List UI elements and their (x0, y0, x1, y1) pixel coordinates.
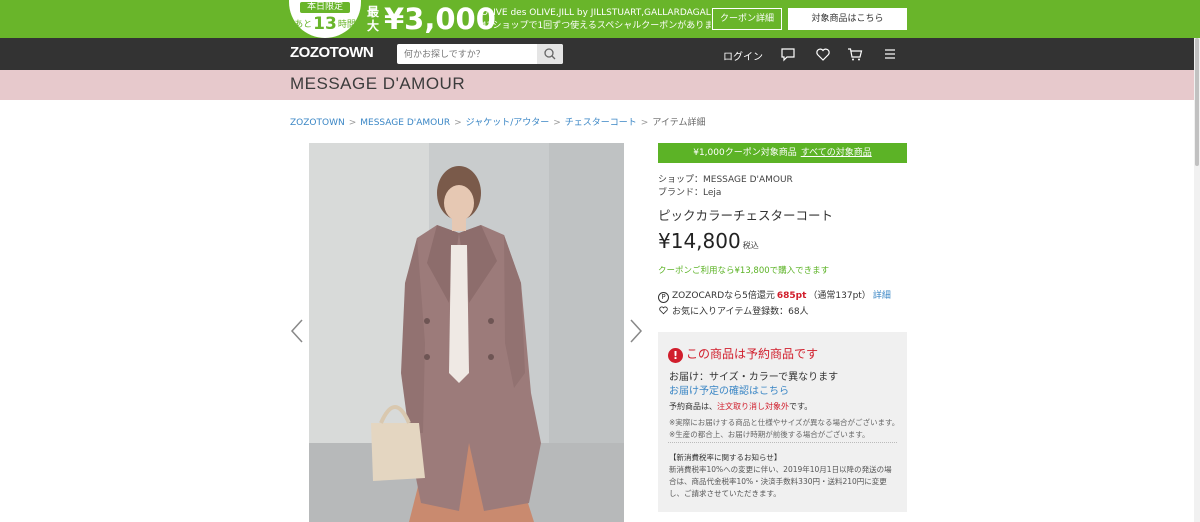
target-items-button[interactable]: 対象商品はこちら (788, 8, 907, 30)
campaign-banner[interactable]: 本日限定 あと13時間 最大 ¥3,000 OLIVE des OLIVE,JI… (0, 0, 1200, 38)
coupon-detail-button[interactable]: クーポン詳細 (712, 8, 782, 30)
heart-icon[interactable] (815, 46, 831, 62)
product-price: ¥14,800 税込 (658, 229, 759, 253)
point-info: P ZOZOCARDなら5倍還元 685pt （通常137pt） 詳細 (658, 288, 891, 303)
coupon-price-note: クーポンご利用なら¥13,800で購入できます (658, 266, 830, 276)
exclamation-icon: ! (668, 348, 683, 363)
favorite-count-text: お気に入りアイテム登録数：68人 (672, 307, 809, 317)
scrollbar-thumb[interactable] (1195, 38, 1199, 166)
max-label: 最大 (367, 5, 380, 33)
breadcrumb-current: アイテム詳細 (652, 118, 706, 128)
search-input[interactable] (397, 44, 537, 64)
badge-prefix: あと (294, 20, 313, 30)
badge-remaining-time: あと13時間 (289, 13, 361, 36)
delivery-info: お届け：サイズ・カラーで異なります (669, 372, 839, 383)
product-name: ピックカラーチェスターコート (658, 208, 834, 223)
breadcrumb-item[interactable]: ZOZOTOWN (290, 118, 345, 128)
preorder-notice: ! この商品は予約商品です お届け：サイズ・カラーで異なります お届け予定の確認は… (658, 332, 907, 512)
zozotown-logo[interactable]: ZOZOTOWN (290, 44, 374, 61)
menu-icon[interactable] (882, 46, 898, 62)
site-header: ZOZOTOWN ログイン (0, 38, 1200, 70)
page-scrollbar[interactable] (1194, 38, 1200, 522)
breadcrumb-separator: > (348, 118, 357, 128)
coupon-target-label: ¥1,000クーポン対象商品 (693, 148, 797, 158)
price-value: ¥14,800 (658, 229, 741, 253)
badge-today-only: 本日限定 (300, 2, 350, 13)
preorder-title-text: この商品は予約商品です (686, 347, 819, 361)
point-prefix: ZOZOCARDなら5倍還元 (672, 291, 775, 301)
point-suffix: （通常137pt） (808, 291, 871, 301)
next-image-arrow-icon[interactable] (629, 318, 643, 344)
coupon-target-bar: ¥1,000クーポン対象商品 すべての対象商品 (658, 143, 907, 163)
promo-shops: OLIVE des OLIVE,JILL by JILLSTUART,GALLA… (481, 8, 711, 18)
search-icon (544, 48, 556, 60)
point-value: 685pt (776, 291, 807, 301)
breadcrumb-separator: > (553, 118, 561, 128)
point-detail-link[interactable]: 詳細 (873, 291, 891, 301)
all-target-items-link[interactable]: すべての対象商品 (801, 148, 872, 158)
login-link[interactable]: ログイン (723, 48, 763, 63)
spec-difference-note: ※実際にお届けする商品と仕様やサイズが異なる場合がございます。 (669, 418, 900, 427)
shop-banner[interactable]: MESSAGE D'AMOUR (0, 70, 1200, 100)
prev-image-arrow-icon[interactable] (290, 318, 304, 344)
cart-icon[interactable] (847, 46, 863, 62)
brand-info[interactable]: ブランド：Leja (658, 185, 721, 198)
search-box (397, 44, 563, 64)
promo-text: OLIVE des OLIVE,JILL by JILLSTUART,GALLA… (481, 7, 711, 33)
breadcrumb-item[interactable]: ジャケット/アウター (466, 118, 550, 128)
divider (668, 442, 897, 443)
shop-info[interactable]: ショップ：MESSAGE D'AMOUR (658, 172, 793, 185)
note-suffix: です。 (789, 402, 813, 411)
delivery-schedule-link[interactable]: お届け予定の確認はこちら (669, 382, 789, 397)
breadcrumb-item[interactable]: MESSAGE D'AMOUR (360, 118, 450, 128)
tax-notice-body: 新消費税率10%への変更に伴い、2019年10月1日以降の発送の場合は、商品代金… (669, 465, 892, 498)
product-image[interactable] (309, 143, 624, 522)
time-limited-badge: 本日限定 あと13時間 (289, 0, 361, 38)
preorder-title: ! この商品は予約商品です (668, 345, 818, 363)
heart-outline-icon (659, 306, 668, 315)
breadcrumb-separator: > (640, 118, 649, 128)
delivery-timing-note: ※生産の都合上、お届け時期が前後する場合がございます。 (669, 430, 870, 439)
shop-logo[interactable]: MESSAGE D'AMOUR (290, 74, 465, 94)
breadcrumb-separator: > (454, 118, 462, 128)
tax-notice-heading: 【新消費税率に関するお知らせ】 (669, 453, 782, 462)
badge-hours: 13 (313, 14, 337, 34)
tax-label: 税込 (742, 241, 759, 250)
preorder-cancel-note: 予約商品は、注文取り消し対象外です。 (669, 401, 812, 412)
favorite-count[interactable]: お気に入りアイテム登録数：68人 (658, 304, 809, 317)
chat-icon[interactable] (780, 46, 796, 62)
product-photo-illustration (309, 143, 624, 522)
promo-description: 42ショップで1回ずつ使えるスペシャルクーポンがあります (481, 21, 711, 31)
breadcrumb: ZOZOTOWN > MESSAGE D'AMOUR > ジャケット/アウター > チェスタ… (290, 115, 705, 128)
search-button[interactable] (537, 44, 563, 64)
note-emphasis: 注文取り消し対象外 (717, 402, 789, 411)
promo-amount: ¥3,000 (384, 2, 496, 36)
badge-suffix: 時間 (337, 20, 356, 30)
breadcrumb-item[interactable]: チェスターコート (565, 118, 637, 128)
note-prefix: 予約商品は、 (669, 402, 717, 411)
point-icon: P (658, 292, 669, 303)
